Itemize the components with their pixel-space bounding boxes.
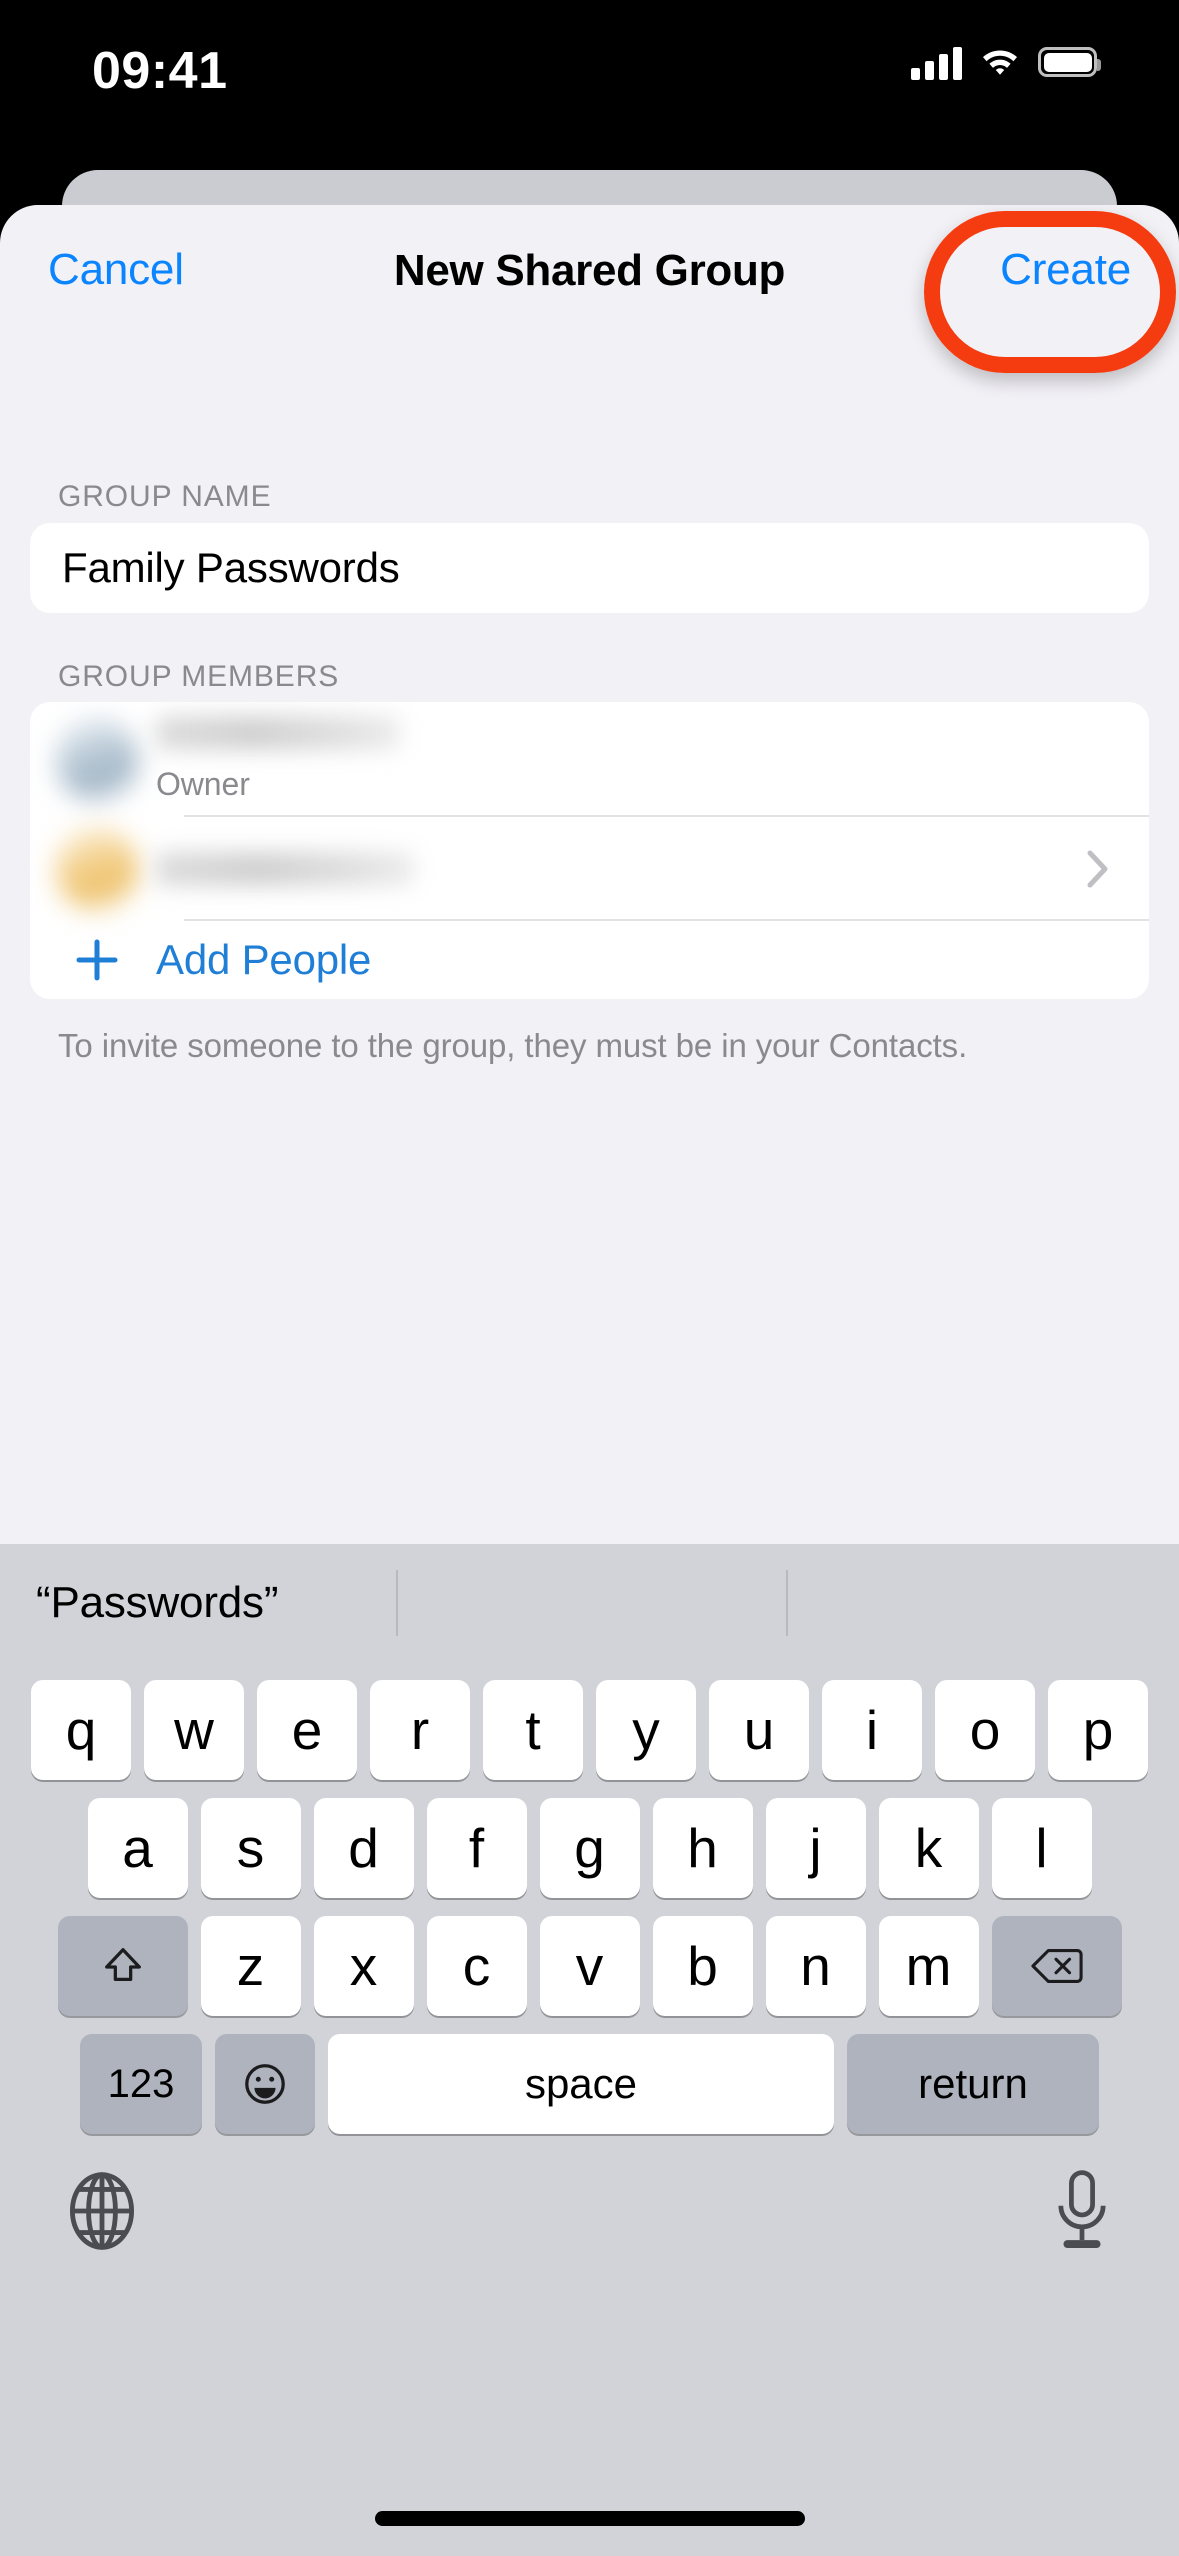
keyboard-row-1: q w e r t y u i o p	[0, 1680, 1179, 1780]
globe-language-icon	[69, 2172, 135, 2250]
backspace-delete-icon	[1030, 1949, 1083, 1983]
key-a[interactable]: a	[87, 1798, 188, 1898]
sheet-navigation-bar: Cancel New Shared Group Create	[0, 205, 1179, 325]
avatar	[56, 718, 138, 801]
key-k[interactable]: k	[878, 1798, 979, 1898]
key-z[interactable]: z	[200, 1916, 301, 2016]
key-f[interactable]: f	[426, 1798, 527, 1898]
key-u[interactable]: u	[709, 1680, 809, 1780]
new-shared-group-sheet: Cancel New Shared Group Create GROUP NAM…	[0, 205, 1179, 1544]
predictive-text-bar: “Passwords”	[0, 1544, 1179, 1662]
key-o[interactable]: o	[935, 1680, 1035, 1780]
key-d[interactable]: d	[313, 1798, 414, 1898]
status-bar: 09:41	[0, 0, 1179, 160]
home-indicator	[374, 2511, 805, 2526]
member-row-owner[interactable]: Owner	[30, 702, 1149, 817]
key-p[interactable]: p	[1048, 1680, 1148, 1780]
member-name-redacted	[156, 716, 400, 750]
key-y[interactable]: y	[596, 1680, 696, 1780]
key-n[interactable]: n	[765, 1916, 866, 2016]
plus-icon	[56, 936, 138, 984]
wifi-icon	[979, 45, 1021, 79]
keyboard-row-2: a s d f g h j k l	[0, 1798, 1179, 1898]
key-v[interactable]: v	[539, 1916, 640, 2016]
microphone-dictation-icon	[1058, 2170, 1106, 2249]
key-w[interactable]: w	[144, 1680, 244, 1780]
avatar	[56, 828, 138, 910]
space-key[interactable]: space	[328, 2034, 834, 2134]
key-h[interactable]: h	[652, 1798, 753, 1898]
onscreen-keyboard: “Passwords” q w e r t y u i o p a s d f …	[0, 1544, 1179, 2556]
key-j[interactable]: j	[765, 1798, 866, 1898]
prediction-candidate-1[interactable]: “Passwords”	[36, 1578, 278, 1628]
member-role-label: Owner	[156, 766, 250, 802]
add-people-row[interactable]: Add People	[30, 921, 1149, 999]
dictation-key[interactable]	[1051, 2170, 1113, 2257]
key-g[interactable]: g	[539, 1798, 640, 1898]
member-row-second[interactable]	[30, 817, 1149, 921]
group-members-section-header: GROUP MEMBERS	[58, 660, 340, 693]
key-b[interactable]: b	[652, 1916, 753, 2016]
key-r[interactable]: r	[370, 1680, 470, 1780]
group-members-card: Owner Add People	[30, 702, 1149, 999]
status-bar-time: 09:41	[92, 42, 228, 100]
globe-language-key[interactable]	[66, 2172, 138, 2255]
keyboard-row-4: 123 space return	[0, 2034, 1179, 2134]
keyboard-bottom-bar	[0, 2156, 1179, 2306]
member-name-redacted	[156, 852, 414, 886]
battery-icon	[1038, 47, 1101, 77]
backspace-key[interactable]	[991, 1916, 1122, 2016]
group-name-input[interactable]: Family Passwords	[30, 544, 400, 592]
add-people-label[interactable]: Add People	[156, 936, 371, 984]
key-c[interactable]: c	[426, 1916, 527, 2016]
shift-arrow-icon	[104, 1948, 141, 1982]
key-q[interactable]: q	[31, 1680, 131, 1780]
emoji-smiley-icon	[245, 2064, 285, 2104]
group-name-field[interactable]: Family Passwords	[30, 523, 1149, 613]
key-l[interactable]: l	[991, 1798, 1092, 1898]
key-m[interactable]: m	[878, 1916, 979, 2016]
chevron-right-icon	[1087, 850, 1108, 888]
keyboard-row-3: z x c v b n m	[0, 1916, 1179, 2016]
status-bar-indicators	[911, 44, 1101, 80]
prediction-divider	[396, 1570, 398, 1636]
member-info	[156, 852, 1149, 886]
create-button[interactable]: Create	[1000, 245, 1131, 295]
key-e[interactable]: e	[257, 1680, 357, 1780]
key-i[interactable]: i	[822, 1680, 922, 1780]
return-key[interactable]: return	[847, 2034, 1099, 2134]
key-s[interactable]: s	[200, 1798, 301, 1898]
emoji-key[interactable]	[215, 2034, 315, 2134]
member-info: Owner	[156, 716, 1149, 803]
shift-key[interactable]	[57, 1916, 188, 2016]
key-t[interactable]: t	[483, 1680, 583, 1780]
members-footnote: To invite someone to the group, they mus…	[58, 1027, 968, 1064]
key-x[interactable]: x	[313, 1916, 414, 2016]
numbers-key[interactable]: 123	[80, 2034, 202, 2134]
group-name-section-header: GROUP NAME	[58, 480, 272, 513]
cellular-signal-icon	[911, 44, 962, 80]
prediction-divider	[786, 1570, 788, 1636]
